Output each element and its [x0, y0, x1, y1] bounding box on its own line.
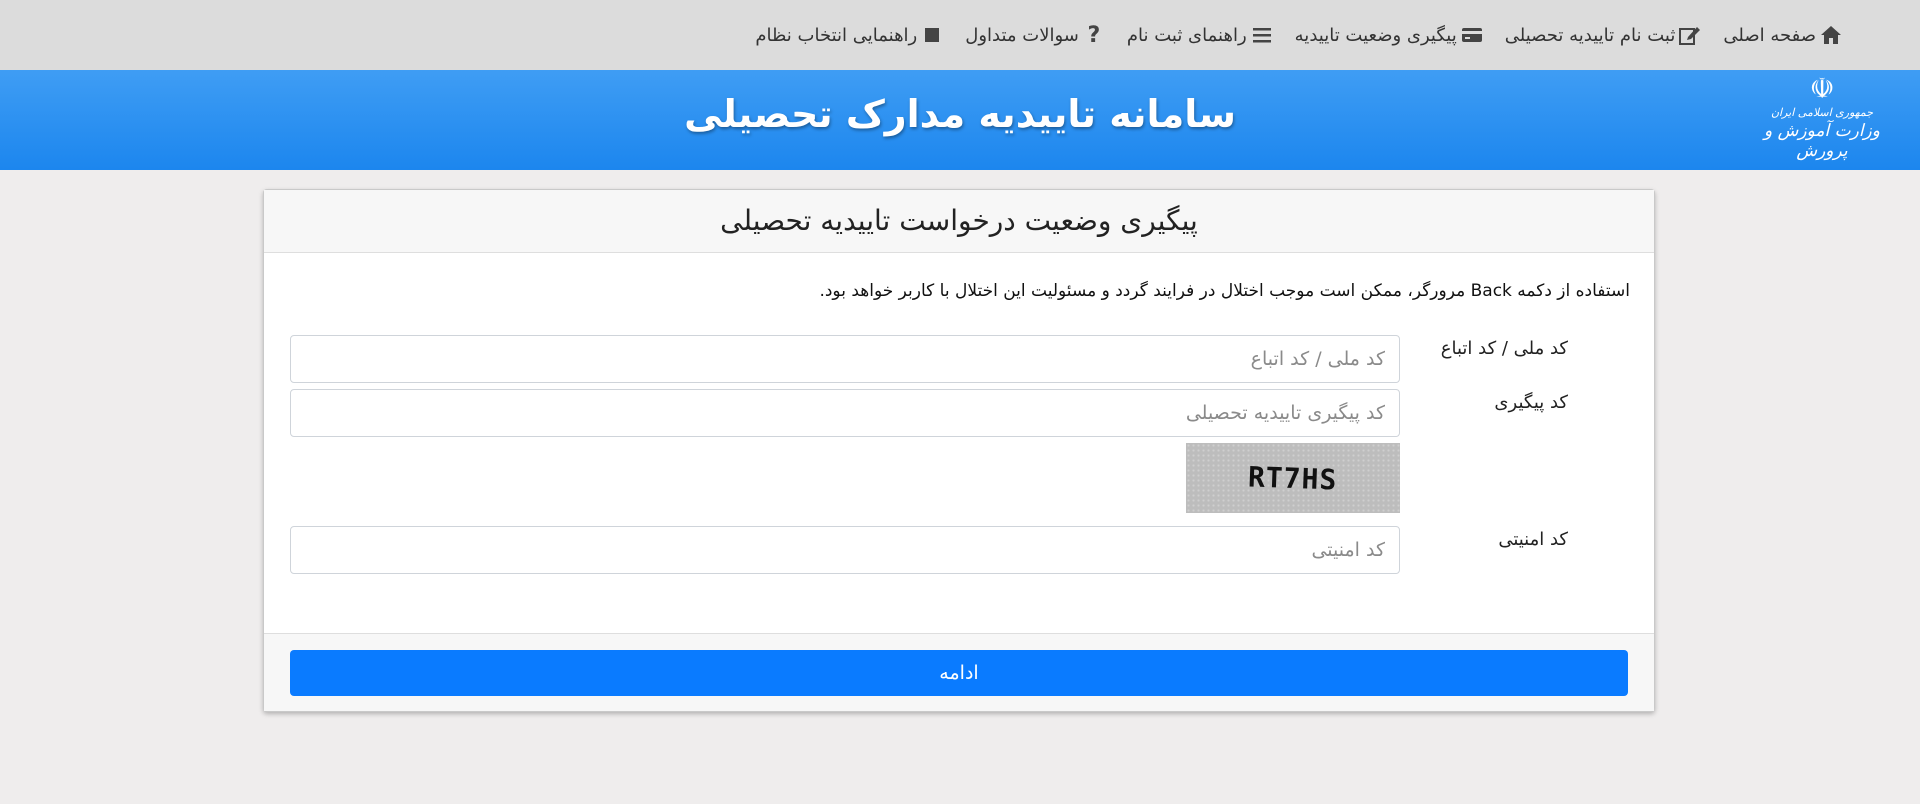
square-icon — [921, 24, 943, 46]
tracking-form-card: پیگیری وضعیت درخواست تاییدیه تحصیلی استف… — [263, 189, 1655, 712]
nav-item-label: صفحه اصلی — [1723, 24, 1816, 46]
home-icon — [1820, 24, 1842, 46]
national-code-input[interactable] — [290, 335, 1400, 383]
nav-item-label: راهنمای ثبت نام — [1126, 24, 1247, 46]
tracking-code-label: کد پیگیری — [1494, 392, 1568, 413]
nav-item-home[interactable]: صفحه اصلی — [1723, 24, 1842, 46]
captcha-text: RT7HS — [1247, 459, 1339, 497]
card-icon — [1461, 24, 1483, 46]
nav-menu: صفحه اصلی ثبت نام تاییدیه تحصیلی پیگیری … — [733, 0, 1842, 70]
edit-icon — [1679, 24, 1701, 46]
captcha-image[interactable]: RT7HS — [1186, 443, 1400, 513]
nav-item-tracking[interactable]: پیگیری وضعیت تاییدیه — [1295, 24, 1483, 46]
header-banner: ☫ جمهوری اسلامی ایران وزارت آموزش و پرور… — [0, 70, 1920, 170]
question-icon: ? — [1087, 22, 1101, 48]
site-title: سامانه تاییدیه مدارک تحصیلی — [684, 92, 1236, 136]
card-title: پیگیری وضعیت درخواست تاییدیه تحصیلی — [264, 190, 1654, 253]
back-button-warning: استفاده از دکمه Back مرورگر، ممکن است مو… — [819, 281, 1630, 301]
top-navigation-bar: صفحه اصلی ثبت نام تاییدیه تحصیلی پیگیری … — [0, 0, 1920, 70]
tracking-code-input[interactable] — [290, 389, 1400, 437]
nav-item-register[interactable]: ثبت نام تاییدیه تحصیلی — [1505, 24, 1702, 46]
continue-button[interactable]: ادامه — [290, 650, 1628, 696]
nav-item-guide[interactable]: راهنمای ثبت نام — [1127, 24, 1273, 46]
nav-item-label: سوالات متداول — [965, 24, 1079, 46]
menu-icon — [1251, 24, 1273, 46]
nav-item-label: راهنمایی انتخاب نظام — [755, 24, 918, 46]
nav-item-label: پیگیری وضعیت تاییدیه — [1294, 24, 1457, 46]
nav-item-label: ثبت نام تاییدیه تحصیلی — [1504, 24, 1676, 46]
national-code-label: کد ملی / کد اتباع — [1440, 338, 1568, 359]
card-footer: ادامه — [264, 633, 1654, 711]
nav-item-faq[interactable]: ? سوالات متداول — [965, 22, 1105, 48]
security-code-label: کد امنیتی — [1498, 529, 1568, 550]
security-code-input[interactable] — [290, 526, 1400, 574]
nav-item-system-guide[interactable]: راهنمایی انتخاب نظام — [755, 24, 943, 46]
